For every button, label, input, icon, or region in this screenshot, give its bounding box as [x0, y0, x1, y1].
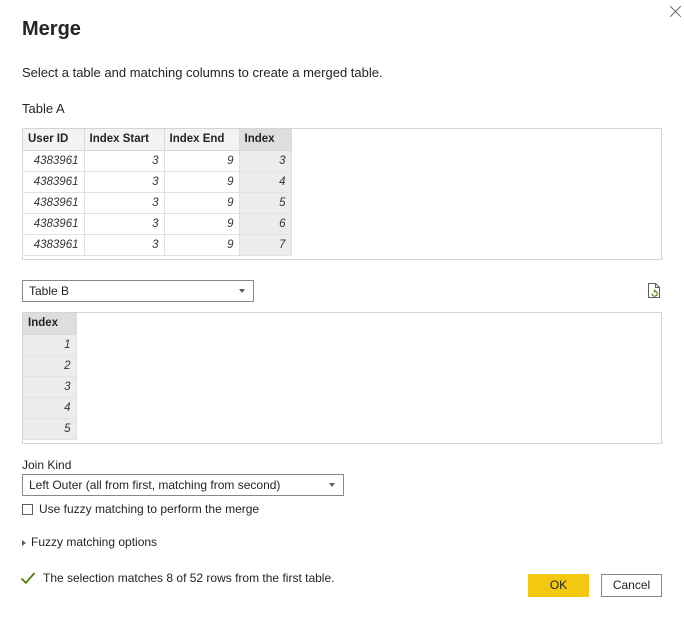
- table-cell: 3: [84, 171, 165, 193]
- table-a-preview: User ID Index Start Index End Index 4383…: [22, 128, 662, 260]
- table-cell: 9: [164, 192, 240, 214]
- table-cell: 9: [164, 213, 240, 235]
- fuzzy-options-expander[interactable]: Fuzzy matching options: [22, 535, 157, 549]
- table-row: 4383961 3 9 3: [23, 150, 292, 172]
- table-row: 3: [23, 376, 77, 398]
- table-cell: 4383961: [23, 234, 85, 256]
- table-cell: 9: [164, 171, 240, 193]
- table-row: 4383961 3 9 4: [23, 171, 292, 193]
- table-row: 4: [23, 397, 77, 419]
- table-cell: 4383961: [23, 171, 85, 193]
- table-cell: 9: [164, 150, 240, 172]
- table-a-label: Table A: [22, 101, 65, 116]
- table-cell: 3: [84, 213, 165, 235]
- fuzzy-matching-label: Use fuzzy matching to perform the merge: [39, 502, 260, 516]
- table-cell: 3: [23, 376, 77, 398]
- table-b-select-value: Table B: [29, 284, 70, 298]
- table-cell: 3: [84, 234, 165, 256]
- table-a-grid: User ID Index Start Index End Index 4383…: [23, 129, 292, 256]
- table-b-select[interactable]: Table B: [22, 280, 254, 302]
- column-header-index-end[interactable]: Index End: [164, 129, 240, 151]
- checkmark-icon: [20, 572, 36, 585]
- table-row: 2: [23, 355, 77, 377]
- table-cell: 5: [23, 418, 77, 440]
- table-cell: 4: [239, 171, 292, 193]
- chevron-down-icon: [329, 483, 335, 487]
- column-header-index[interactable]: Index: [23, 313, 77, 335]
- match-status-text: The selection matches 8 of 52 rows from …: [43, 571, 335, 585]
- table-cell: 4383961: [23, 192, 85, 214]
- close-icon[interactable]: [667, 3, 684, 21]
- column-header-index-start[interactable]: Index Start: [84, 129, 165, 151]
- table-cell: 3: [84, 150, 165, 172]
- table-cell: 3: [239, 150, 292, 172]
- ok-button[interactable]: OK: [528, 574, 589, 597]
- table-b-grid: Index 1 2 3 4 5: [23, 313, 77, 440]
- join-kind-select[interactable]: Left Outer (all from first, matching fro…: [22, 474, 344, 496]
- table-cell: 6: [239, 213, 292, 235]
- table-cell: 9: [164, 234, 240, 256]
- table-b-preview: Index 1 2 3 4 5: [22, 312, 662, 444]
- fuzzy-matching-checkbox-row[interactable]: Use fuzzy matching to perform the merge: [22, 502, 259, 516]
- table-row: 4383961 3 9 6: [23, 213, 292, 235]
- join-kind-value: Left Outer (all from first, matching fro…: [29, 478, 281, 492]
- table-cell: 4383961: [23, 213, 85, 235]
- chevron-right-icon: [22, 539, 26, 546]
- refresh-preview-icon[interactable]: [647, 282, 661, 299]
- column-header-index[interactable]: Index: [239, 129, 292, 151]
- table-cell: 1: [23, 334, 77, 356]
- table-row: 1: [23, 334, 77, 356]
- table-cell: 7: [239, 234, 292, 256]
- table-cell: 5: [239, 192, 292, 214]
- dialog-title: Merge: [22, 18, 81, 40]
- table-cell: 4383961: [23, 150, 85, 172]
- table-cell: 3: [84, 192, 165, 214]
- column-header-user-id[interactable]: User ID: [23, 129, 85, 151]
- table-row: 4383961 3 9 7: [23, 234, 292, 256]
- chevron-down-icon: [239, 289, 245, 293]
- fuzzy-matching-checkbox[interactable]: [22, 503, 33, 515]
- table-cell: 2: [23, 355, 77, 377]
- dialog-subtitle: Select a table and matching columns to c…: [22, 65, 383, 80]
- table-row: 4383961 3 9 5: [23, 192, 292, 214]
- table-cell: 4: [23, 397, 77, 419]
- fuzzy-options-label: Fuzzy matching options: [31, 535, 158, 549]
- join-kind-label: Join Kind: [22, 458, 72, 472]
- match-status: The selection matches 8 of 52 rows from …: [20, 571, 334, 585]
- cancel-button[interactable]: Cancel: [601, 574, 662, 597]
- table-row: 5: [23, 418, 77, 440]
